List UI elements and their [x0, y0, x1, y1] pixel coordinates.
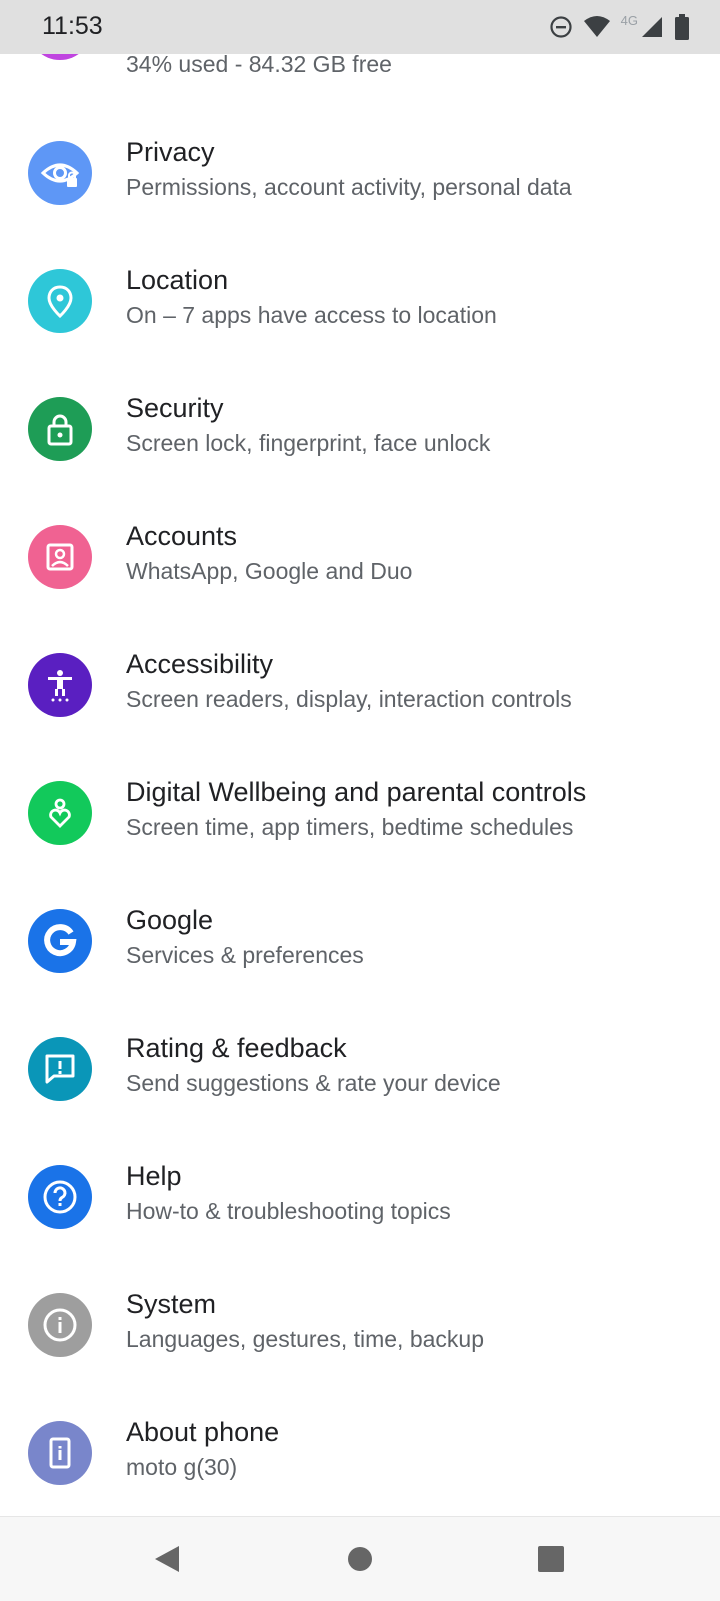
phone-icon — [28, 1421, 92, 1485]
settings-item-storage[interactable]: 34% used - 84.32 GB free — [0, 54, 720, 110]
settings-item-title: Accounts — [126, 521, 238, 551]
settings-item-accounts[interactable]: Accounts WhatsApp, Google and Duo — [0, 494, 720, 622]
settings-item-subtitle: Permissions, account activity, personal … — [126, 174, 572, 200]
feedback-icon — [28, 1037, 92, 1101]
wifi-icon — [583, 15, 611, 39]
status-time: 11:53 — [42, 12, 103, 40]
location-pin-icon — [28, 269, 92, 333]
settings-item-title: About phone — [126, 1417, 280, 1447]
settings-item-google[interactable]: Google Services & preferences — [0, 878, 720, 1006]
settings-item-subtitle: moto g(30) — [126, 1454, 238, 1480]
settings-item-title: Privacy — [126, 137, 215, 167]
status-bar: 11:53 4G — [0, 0, 720, 54]
settings-item-help[interactable]: Help How-to & troubleshooting topics — [0, 1134, 720, 1262]
settings-item-subtitle: Screen readers, display, interaction con… — [126, 686, 572, 712]
settings-item-title: Accessibility — [126, 649, 274, 679]
settings-item-accessibility[interactable]: Accessibility Screen readers, display, i… — [0, 622, 720, 750]
cell-signal-icon — [640, 15, 664, 39]
recents-icon[interactable] — [529, 1537, 573, 1581]
settings-item-security[interactable]: Security Screen lock, fingerprint, face … — [0, 366, 720, 494]
status-icons: 4G — [549, 12, 690, 42]
settings-item-subtitle: Screen time, app timers, bedtime schedul… — [126, 814, 574, 840]
account-box-icon — [28, 525, 92, 589]
privacy-eye-icon — [28, 141, 92, 205]
settings-item-title: System — [126, 1289, 217, 1319]
google-g-icon — [28, 909, 92, 973]
settings-item-subtitle: Languages, gestures, time, backup — [126, 1326, 485, 1352]
settings-item-title: Digital Wellbeing and parental controls — [126, 777, 587, 807]
navigation-bar — [0, 1516, 720, 1601]
settings-item-subtitle: Services & preferences — [126, 942, 364, 968]
settings-item-system[interactable]: System Languages, gestures, time, backup — [0, 1262, 720, 1390]
settings-item-title: Location — [126, 265, 229, 295]
settings-item-subtitle: On – 7 apps have access to location — [126, 302, 497, 328]
info-icon — [28, 1293, 92, 1357]
settings-item-subtitle: How-to & troubleshooting topics — [126, 1198, 451, 1224]
home-icon[interactable] — [338, 1537, 382, 1581]
settings-item-title: Google — [126, 905, 214, 935]
settings-item-rating-feedback[interactable]: Rating & feedback Send suggestions & rat… — [0, 1006, 720, 1134]
settings-item-title: Rating & feedback — [126, 1033, 347, 1063]
lock-icon — [28, 397, 92, 461]
settings-item-subtitle: Send suggestions & rate your device — [126, 1070, 501, 1096]
do-not-disturb-icon — [549, 15, 573, 39]
storage-icon — [28, 54, 92, 60]
accessibility-icon — [28, 653, 92, 717]
settings-item-about-phone[interactable]: About phone moto g(30) — [0, 1390, 720, 1518]
settings-item-subtitle: WhatsApp, Google and Duo — [126, 558, 413, 584]
battery-icon — [674, 14, 690, 40]
settings-item-subtitle: Screen lock, fingerprint, face unlock — [126, 430, 491, 456]
settings-item-digital-wellbeing[interactable]: Digital Wellbeing and parental controls … — [0, 750, 720, 878]
help-question-icon — [28, 1165, 92, 1229]
settings-item-title: Help — [126, 1161, 182, 1191]
wellbeing-heart-icon — [28, 781, 92, 845]
storage-subtitle: 34% used - 84.32 GB free — [126, 54, 392, 77]
back-icon[interactable] — [145, 1537, 189, 1581]
settings-item-location[interactable]: Location On – 7 apps have access to loca… — [0, 238, 720, 366]
settings-item-title: Security — [126, 393, 224, 423]
settings-item-privacy[interactable]: Privacy Permissions, account activity, p… — [0, 110, 720, 238]
network-type-label: 4G — [620, 12, 638, 28]
